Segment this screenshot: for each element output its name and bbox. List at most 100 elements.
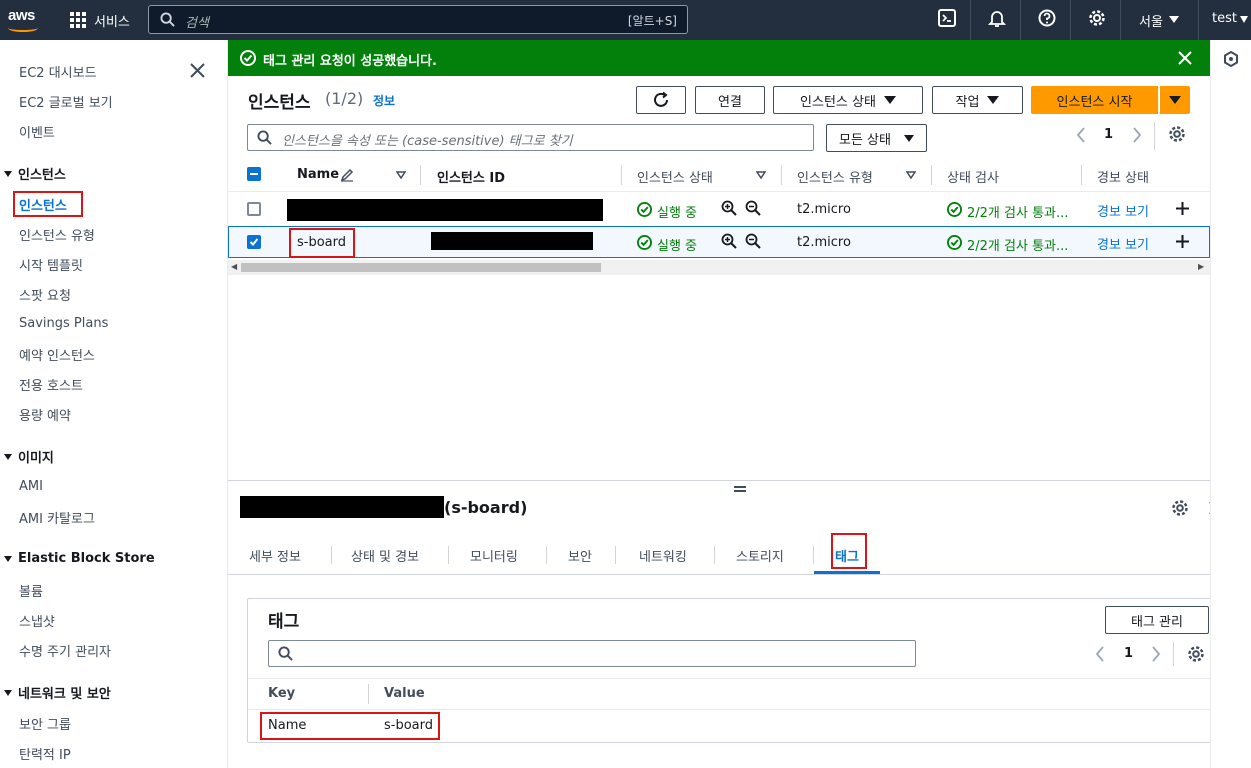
refresh-icon — [654, 91, 668, 107]
caret-down-icon — [4, 170, 12, 177]
success-flash-banner: 태그 관리 요청이 성공했습니다. — [228, 40, 1210, 76]
preferences-gear-icon[interactable] — [1168, 125, 1186, 143]
nav-instance-types[interactable]: 인스턴스 유형 — [19, 225, 95, 244]
sort-caret-icon[interactable] — [756, 171, 766, 179]
account-menu[interactable]: test — [1212, 11, 1237, 26]
nav-section-ebs[interactable]: Elastic Block Store — [4, 551, 155, 566]
prev-page-icon[interactable] — [1095, 646, 1105, 662]
tab-networking[interactable]: 네트워킹 — [639, 546, 687, 565]
nav-events[interactable]: 이벤트 — [19, 122, 55, 141]
nav-lifecycle-manager[interactable]: 수명 주기 관리자 — [19, 641, 111, 660]
nav-reserved-instances[interactable]: 예약 인스턴스 — [19, 345, 95, 364]
launch-instances-button[interactable]: 인스턴스 시작 — [1031, 86, 1158, 114]
launch-dropdown-button[interactable] — [1160, 86, 1190, 114]
nav-section-images[interactable]: 이미지 — [4, 447, 54, 466]
cloudshell-icon[interactable] — [938, 9, 956, 27]
highlight-box — [831, 533, 867, 569]
instance-search-input[interactable]: 인스턴스을 속성 또는 (case-sensitive) 태그로 찾기 — [247, 124, 814, 151]
view-alarms-link[interactable]: 경보 보기 — [1097, 201, 1149, 220]
zoom-out-icon[interactable] — [745, 200, 761, 216]
dismiss-close-icon[interactable] — [1178, 51, 1192, 65]
nav-ami[interactable]: AMI — [19, 479, 43, 494]
help-icon[interactable] — [1038, 9, 1056, 27]
tab-details[interactable]: 세부 정보 — [249, 546, 301, 565]
tab-status-alarms[interactable]: 상태 및 경보 — [351, 546, 419, 565]
nav-launch-templates[interactable]: 시작 템플릿 — [19, 255, 83, 274]
nav-ec2-dashboard[interactable]: EC2 대시보드 — [19, 62, 97, 81]
connect-button[interactable]: 연결 — [695, 86, 765, 114]
hexagon-info-icon[interactable] — [1223, 51, 1239, 67]
services-menu-button[interactable]: 서비스 — [70, 10, 130, 30]
manage-tags-button[interactable]: 태그 관리 — [1105, 606, 1209, 634]
row-checkbox[interactable] — [247, 235, 261, 249]
state-filter-select[interactable]: 모든 상태 — [826, 124, 927, 152]
nav-ec2-global-view[interactable]: EC2 글로벌 보기 — [19, 92, 113, 111]
caret-down-icon — [4, 689, 12, 696]
resize-handle[interactable] — [734, 486, 746, 492]
col-status-check[interactable]: 상태 검사 — [947, 167, 999, 186]
col-instance-type[interactable]: 인스턴스 유형 — [797, 167, 873, 186]
plus-icon[interactable] — [1175, 201, 1190, 216]
select-all-checkbox[interactable] — [247, 167, 261, 181]
global-search-input[interactable]: 검색 [알트+S] — [148, 5, 688, 34]
actions-button[interactable]: 작업 — [932, 86, 1023, 114]
col-instance-state[interactable]: 인스턴스 상태 — [637, 167, 713, 186]
aws-logo[interactable]: aws — [6, 6, 46, 34]
col-name[interactable]: Name — [297, 167, 339, 182]
nav-snapshots[interactable]: 스냅샷 — [19, 611, 55, 630]
page-number[interactable]: 1 — [1104, 127, 1113, 142]
tags-panel-title: 태그 — [268, 612, 300, 632]
instance-state-button[interactable]: 인스턴스 상태 — [773, 86, 923, 114]
tags-search-input[interactable] — [268, 640, 916, 667]
tab-storage[interactable]: 스토리지 — [736, 546, 784, 565]
nav-capacity-reservations[interactable]: 용량 예약 — [19, 405, 71, 424]
tab-security[interactable]: 보안 — [568, 546, 592, 565]
top-navigation-bar: aws 서비스 검색 [알트+S] 서울 test — [0, 0, 1251, 40]
region-selector[interactable]: 서울 — [1139, 11, 1163, 30]
page-number[interactable]: 1 — [1124, 646, 1133, 661]
search-placeholder: 검색 — [185, 16, 209, 31]
nav-security-groups[interactable]: 보안 그룹 — [19, 714, 71, 733]
edit-pencil-icon — [340, 168, 354, 182]
instance-type: t2.micro — [797, 202, 851, 217]
bell-icon[interactable] — [988, 9, 1006, 27]
sort-caret-icon[interactable] — [396, 171, 406, 179]
scrollbar-thumb[interactable] — [241, 263, 601, 272]
search-icon — [160, 12, 175, 27]
nav-spot-requests[interactable]: 스팟 요청 — [19, 285, 71, 304]
zoom-in-icon[interactable] — [721, 233, 737, 249]
scroll-left-arrow-icon[interactable]: ◀ — [231, 262, 237, 271]
caret-down-icon — [904, 134, 914, 142]
next-page-icon[interactable] — [1132, 127, 1142, 143]
nav-ami-catalog[interactable]: AMI 카탈로그 — [19, 508, 95, 527]
zoom-out-icon[interactable] — [745, 233, 761, 249]
nav-volumes[interactable]: 볼륨 — [19, 581, 43, 600]
sort-caret-icon[interactable] — [906, 171, 916, 179]
nav-dedicated-hosts[interactable]: 전용 호스트 — [19, 375, 83, 394]
preferences-gear-icon[interactable] — [1187, 645, 1205, 663]
aws-smile-icon — [8, 24, 38, 32]
col-instance-id[interactable]: 인스턴스 ID — [437, 167, 505, 186]
zoom-in-icon[interactable] — [721, 200, 737, 216]
scroll-right-arrow-icon[interactable]: ▶ — [1198, 262, 1204, 271]
search-shortcut: [알트+S] — [627, 14, 677, 28]
row-checkbox[interactable] — [247, 202, 261, 216]
col-alarm-status[interactable]: 경보 상태 — [1097, 167, 1149, 186]
horizontal-scrollbar[interactable]: ◀ ▶ — [228, 260, 1210, 275]
info-link[interactable]: 정보 — [373, 92, 395, 109]
nav-section-instances[interactable]: 인스턴스 — [4, 164, 66, 183]
nav-elastic-ips[interactable]: 탄력적 IP — [19, 744, 71, 763]
refresh-button[interactable] — [636, 86, 686, 114]
next-page-icon[interactable] — [1151, 646, 1161, 662]
prev-page-icon[interactable] — [1076, 127, 1086, 143]
view-alarms-link[interactable]: 경보 보기 — [1097, 234, 1149, 253]
plus-icon[interactable] — [1175, 234, 1190, 249]
detail-settings-gear-icon[interactable] — [1171, 499, 1189, 517]
nav-savings-plans[interactable]: Savings Plans — [19, 316, 108, 331]
grid-icon — [70, 11, 87, 29]
tab-monitoring[interactable]: 모니터링 — [470, 546, 518, 565]
status-check: 2/2개 검사 통과... — [967, 239, 1069, 254]
close-icon[interactable] — [190, 63, 205, 78]
settings-gear-icon[interactable] — [1088, 9, 1106, 27]
nav-section-network-security[interactable]: 네트워크 및 보안 — [4, 683, 111, 702]
